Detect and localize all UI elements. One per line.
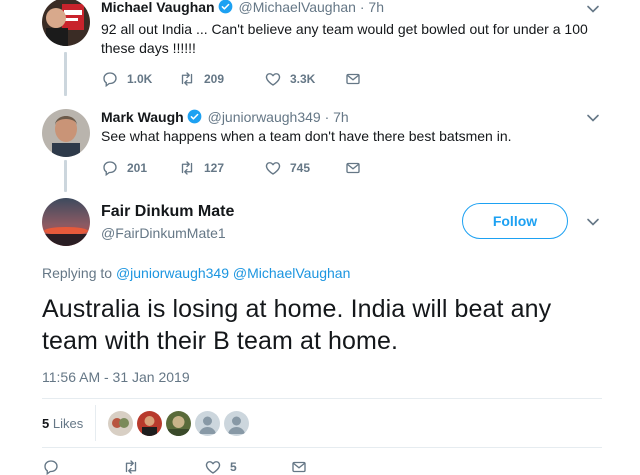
divider bbox=[42, 398, 602, 399]
tweet-header: Michael Vaughan @MichaelVaughan · 7h bbox=[101, 0, 384, 15]
mention-link[interactable]: @MichaelVaughan bbox=[233, 265, 350, 281]
retweet-count: 209 bbox=[204, 72, 225, 86]
reply-button[interactable]: 1.0K bbox=[101, 70, 178, 88]
like-count: 745 bbox=[290, 161, 311, 175]
dm-button[interactable] bbox=[344, 159, 370, 177]
liker-avatar[interactable] bbox=[137, 410, 163, 436]
tweet-header: Mark Waugh @juniorwaugh349 · 7h bbox=[101, 109, 349, 125]
replying-to: Replying to @juniorwaugh349 @MichaelVaug… bbox=[42, 265, 350, 281]
like-icon bbox=[265, 162, 281, 175]
likes-row: 5 Likes bbox=[42, 405, 253, 441]
verified-icon bbox=[187, 109, 202, 124]
reply-button[interactable]: 201 bbox=[101, 159, 178, 177]
tweet-text: See what happens when a team don't have … bbox=[101, 128, 512, 144]
like-button[interactable]: 745 bbox=[264, 159, 344, 177]
tweet-actions: 201 127 745 bbox=[101, 158, 370, 178]
handle[interactable]: @MichaelVaughan bbox=[238, 0, 355, 15]
main-tweet-text: Australia is losing at home. India will … bbox=[42, 295, 552, 355]
liker-avatar[interactable] bbox=[224, 410, 250, 436]
reply-icon bbox=[44, 460, 58, 475]
like-count: 3.3K bbox=[290, 72, 316, 86]
replying-prefix: Replying to bbox=[42, 265, 113, 281]
main-tweet-handle: @FairDinkumMate1 bbox=[101, 225, 226, 241]
retweet-icon bbox=[181, 72, 193, 86]
display-name[interactable]: Michael Vaughan bbox=[101, 0, 215, 15]
reply-button[interactable] bbox=[42, 458, 122, 475]
tweet-michael-vaughan[interactable]: Michael Vaughan @MichaelVaughan · 7h 92 … bbox=[0, 0, 640, 100]
tweet-time[interactable]: 7h bbox=[368, 0, 384, 15]
dm-icon bbox=[346, 73, 360, 85]
like-button[interactable]: 3.3K bbox=[264, 70, 344, 88]
separator-dot: · bbox=[359, 0, 365, 15]
dm-button[interactable] bbox=[290, 458, 316, 475]
mention-link[interactable]: @juniorwaugh349 bbox=[116, 265, 229, 281]
retweet-count: 127 bbox=[204, 161, 225, 175]
dm-button[interactable] bbox=[344, 70, 370, 88]
likes-stat[interactable]: 5 Likes bbox=[42, 416, 83, 431]
divider bbox=[95, 405, 97, 441]
chevron-down-icon[interactable] bbox=[586, 215, 600, 229]
main-tweet-actions: 5 bbox=[42, 458, 316, 475]
liker-avatar[interactable] bbox=[166, 410, 192, 436]
tweet-timestamp[interactable]: 11:56 AM - 31 Jan 2019 bbox=[42, 369, 190, 385]
like-button[interactable]: 5 bbox=[204, 458, 290, 475]
dm-icon bbox=[292, 461, 306, 473]
like-count: 5 bbox=[230, 460, 237, 474]
retweet-button[interactable]: 209 bbox=[178, 70, 264, 88]
likes-label: Likes bbox=[52, 415, 84, 431]
tweet-mark-waugh[interactable]: Mark Waugh @juniorwaugh349 · 7h See what… bbox=[0, 100, 640, 195]
retweet-button[interactable]: 127 bbox=[178, 159, 264, 177]
retweet-button[interactable] bbox=[122, 458, 204, 475]
handle[interactable]: @FairDinkumMate1 bbox=[101, 225, 226, 241]
reply-count: 1.0K bbox=[127, 72, 153, 86]
tweet-text: 92 all out India ... Can't believe any t… bbox=[101, 21, 588, 56]
avatar[interactable] bbox=[42, 109, 90, 157]
avatar[interactable] bbox=[42, 198, 90, 246]
retweet-icon bbox=[125, 460, 137, 474]
chevron-down-icon[interactable] bbox=[586, 111, 600, 125]
tweet-actions: 1.0K 209 3.3K bbox=[101, 69, 370, 89]
divider bbox=[42, 447, 602, 448]
likes-count: 5 bbox=[42, 415, 50, 431]
liker-avatar[interactable] bbox=[108, 410, 134, 436]
display-name[interactable]: Mark Waugh bbox=[101, 109, 184, 125]
tweet-time[interactable]: 7h bbox=[333, 109, 349, 125]
dm-icon bbox=[346, 162, 360, 174]
display-name[interactable]: Fair Dinkum Mate bbox=[101, 203, 234, 220]
like-icon bbox=[265, 73, 281, 86]
chevron-down-icon[interactable] bbox=[586, 2, 600, 16]
retweet-icon bbox=[181, 161, 193, 175]
reply-icon bbox=[103, 72, 117, 88]
verified-icon bbox=[218, 0, 233, 14]
reply-count: 201 bbox=[127, 161, 148, 175]
separator-dot: · bbox=[324, 109, 330, 125]
liker-avatar[interactable] bbox=[195, 410, 221, 436]
avatar[interactable] bbox=[42, 0, 90, 46]
main-tweet-name: Fair Dinkum Mate bbox=[101, 203, 234, 221]
like-icon bbox=[205, 461, 221, 474]
reply-icon bbox=[103, 161, 117, 177]
follow-button[interactable]: Follow bbox=[462, 203, 568, 239]
handle[interactable]: @juniorwaugh349 bbox=[208, 109, 321, 125]
